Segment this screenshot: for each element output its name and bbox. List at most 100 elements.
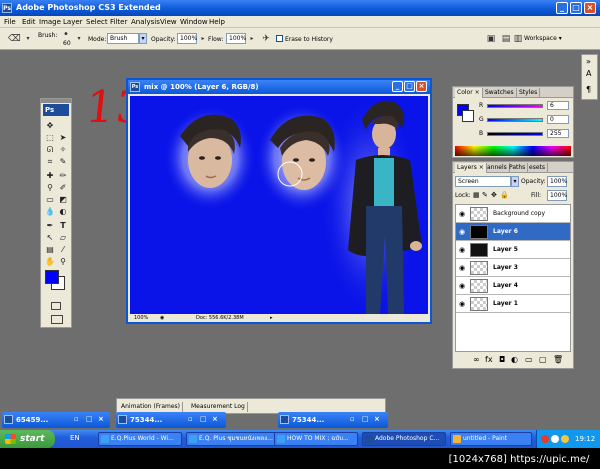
foreground-color-swatch-top[interactable] [45,270,59,284]
mode-dropdown-icon[interactable]: ▾ [139,33,147,44]
layer-row[interactable]: ◉ Background copy [456,205,570,223]
channel-b-value[interactable]: 255 [547,129,569,138]
mode-select[interactable]: Brush [107,33,139,44]
taskbar-item-active[interactable]: Adobe Photoshop C... [362,432,446,446]
tab-presets[interactable]: esets [527,163,548,173]
airbrush-icon[interactable]: ✈ [260,33,272,45]
tray-antivirus-icon[interactable] [541,435,549,443]
clock[interactable]: 19:12 [575,435,595,443]
minimized-window[interactable]: 75344... ▫ □ × [278,412,388,428]
path-selection-tool-icon[interactable]: ↖ [44,232,56,243]
tab-layers[interactable]: Layers × [455,163,487,173]
link-layers-icon[interactable]: ∞ [473,355,480,364]
taskbar-item[interactable]: E.Q. Plus ชุมชนหนังเพลง... [186,432,278,446]
document-maximize-button[interactable]: □ [404,81,415,92]
minimized-window[interactable]: 65459... ▫ □ × [2,412,110,428]
restore-icon[interactable]: ▫ [188,415,193,423]
new-layer-icon[interactable]: ▢ [539,355,547,364]
channel-r-slider[interactable] [487,104,543,108]
maximize-button[interactable]: □ [570,2,582,14]
blur-tool-icon[interactable]: 💧 [44,206,56,217]
lock-pixels-icon[interactable]: ✎ [482,191,488,199]
menu-window[interactable]: Window [180,18,208,26]
panel-toggle-icon[interactable]: ▥ [512,33,524,45]
tab-paths[interactable]: Paths [507,163,529,173]
menu-analysis[interactable]: Analysis [131,18,160,26]
tray-volume-icon[interactable] [561,435,569,443]
marquee-tool-icon[interactable]: ⬚ [44,132,56,143]
screen-mode-icon[interactable] [51,315,63,324]
blend-mode-select[interactable]: Screen [455,176,511,187]
visibility-eye-icon[interactable]: ◉ [458,246,466,254]
crop-tool-icon[interactable]: ⌗ [44,156,56,167]
new-group-icon[interactable]: ▭ [525,355,533,364]
paint-bucket-tool-icon[interactable]: ◩ [57,194,69,205]
close-icon[interactable]: × [374,415,380,423]
color-panel-background-swatch[interactable] [462,110,474,122]
arrow-tool-icon[interactable]: ➤ [57,132,69,143]
tab-color[interactable]: Color × [455,88,483,98]
menu-layer[interactable]: Layer [63,18,83,26]
zoom-tool-icon[interactable]: ⚲ [57,256,69,267]
channel-b-slider[interactable] [487,132,543,136]
layer-row[interactable]: ◉ Layer 4 [456,277,570,295]
status-menu-arrow-icon[interactable]: ▸ [270,315,273,321]
tab-styles[interactable]: Styles [517,88,541,98]
visibility-eye-icon[interactable]: ◉ [458,228,466,236]
toolbox-grip[interactable] [41,99,71,103]
flow-field[interactable]: 100% [226,33,246,44]
clone-stamp-tool-icon[interactable]: ⚲ [44,182,56,193]
zoom-level[interactable]: 100% [134,315,148,321]
lock-transparency-icon[interactable]: ▦ [473,191,480,199]
eraser-tool-preset-icon[interactable]: ⌫ [8,33,21,45]
minimized-window[interactable]: 75344... ▫ □ × [116,412,226,428]
tab-measurement-log[interactable]: Measurement Log [189,402,248,412]
channel-r-value[interactable]: 6 [547,101,569,110]
dock-collapse-icon[interactable]: » [586,57,591,66]
layer-row[interactable]: ◉ Layer 3 [456,259,570,277]
taskbar-item[interactable]: E.Q.Plus World - Wi... [98,432,182,446]
lock-position-icon[interactable]: ✥ [491,191,497,199]
visibility-eye-icon[interactable]: ◉ [458,264,466,272]
slice-tool-icon[interactable]: ✎ [57,156,69,167]
tab-swatches[interactable]: Swatches [483,88,517,98]
history-brush-tool-icon[interactable]: ✐ [57,182,69,193]
image-canvas[interactable] [130,96,428,314]
magic-wand-tool-icon[interactable]: ✧ [57,144,69,155]
eraser-tool-icon[interactable]: ▭ [44,194,56,205]
hand-tool-icon[interactable]: ✋ [44,256,56,267]
eyedropper-tool-icon[interactable]: ⁄ [57,244,69,255]
lock-all-icon[interactable]: 🔒 [500,191,509,199]
menu-view[interactable]: View [160,18,177,26]
document-size-info[interactable]: Doc: 556.6K/2.38M [196,315,244,321]
document-close-button[interactable]: × [416,81,427,92]
app-title-bar[interactable]: Ps Adobe Photoshop CS3 Extended _ □ × [0,0,600,16]
document-title-bar[interactable]: Ps mix @ 100% (Layer 6, RGB/8) _ □ × [128,80,430,94]
tray-network-icon[interactable] [551,435,559,443]
visibility-eye-icon[interactable]: ◉ [458,300,466,308]
menu-file[interactable]: File [4,18,16,26]
menu-edit[interactable]: Edit [22,18,36,26]
start-button[interactable]: start [0,430,55,448]
preset-dropdown-icon[interactable]: ▾ [22,33,34,45]
quick-mask-icon[interactable] [51,302,61,310]
menu-select[interactable]: Select [86,18,108,26]
tab-animation-frames[interactable]: Animation (Frames) [119,402,183,412]
taskbar-item[interactable]: untitled - Paint [450,432,532,446]
document-minimize-button[interactable]: _ [392,81,403,92]
minimize-button[interactable]: _ [556,2,568,14]
healing-brush-tool-icon[interactable]: ✚ [44,170,56,181]
dodge-tool-icon[interactable]: ◐ [57,206,69,217]
bridge-icon[interactable]: ▤ [500,33,512,45]
status-icon[interactable]: ◉ [160,315,164,321]
notes-tool-icon[interactable]: ▤ [44,244,56,255]
brush-picker-arrow-icon[interactable]: ▾ [73,33,85,45]
palette-well-icon[interactable]: ▣ [485,33,497,45]
delete-layer-icon[interactable]: 🗑 [553,355,563,364]
opacity-field[interactable]: 100% [177,33,197,44]
paragraph-panel-icon[interactable]: ¶ [586,85,591,94]
color-spectrum-ramp[interactable] [455,146,571,156]
flow-slider-arrow-icon[interactable]: ▸ [246,33,258,45]
workspace-menu[interactable]: Workspace ▾ [524,33,574,45]
blend-mode-dropdown-icon[interactable]: ▾ [511,176,519,187]
